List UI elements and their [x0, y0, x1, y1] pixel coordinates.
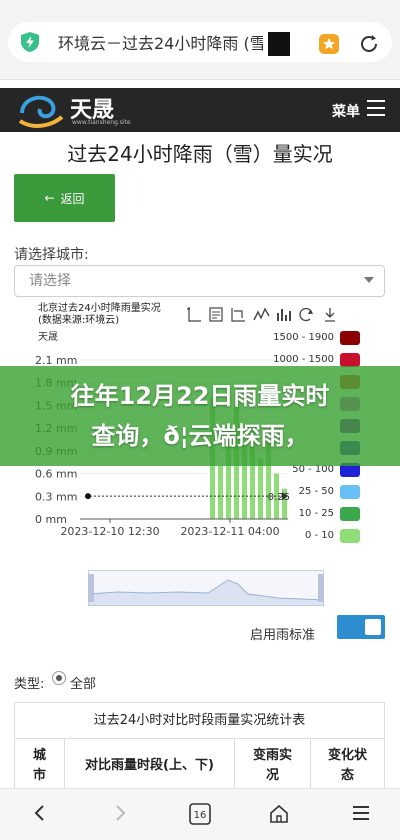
- legend-item[interactable]: 10 - 25: [290, 506, 362, 522]
- rain-bar: [258, 458, 263, 519]
- back-button[interactable]: ← 返回: [14, 174, 115, 222]
- chart-title-line2: (数据来源:环境云): [38, 315, 120, 326]
- shield-icon: [21, 32, 39, 52]
- bar-chart-icon[interactable]: [277, 309, 291, 321]
- chevron-down-icon: [364, 277, 374, 283]
- table-header-city: 城市: [15, 739, 65, 793]
- line-tool-icon[interactable]: [187, 307, 201, 322]
- zoom-icon[interactable]: [231, 308, 245, 322]
- site-logo-url: www.tiansheng.site: [72, 119, 131, 126]
- zoom-handle-left[interactable]: [88, 574, 94, 602]
- table-header-change-actual: 变雨实况: [235, 739, 311, 793]
- bookmark-star-icon[interactable]: [316, 31, 342, 57]
- type-all-radio[interactable]: [52, 671, 66, 685]
- y-tick-label: 0.6 mm: [35, 468, 77, 481]
- chevron-right-icon[interactable]: [110, 803, 130, 823]
- y-tick-label: 0.3 mm: [35, 490, 77, 503]
- dataview-icon[interactable]: [209, 307, 223, 322]
- legend-label: 25 - 50: [298, 486, 334, 497]
- menu-label[interactable]: 菜单: [332, 101, 360, 121]
- data-zoom-slider[interactable]: [88, 570, 324, 606]
- banner-line1: 往年12月22日雨量实时: [70, 382, 330, 410]
- rain-standard-toggle[interactable]: [337, 615, 385, 639]
- x-tick-label: 2023-12-10 12:30: [60, 525, 159, 538]
- legend-swatch: [340, 529, 360, 543]
- table-caption: 过去24小时对比时段雨量实况统计表: [15, 703, 384, 739]
- browser-address-bar: 环境云－过去24小时降雨 (雪: [0, 0, 400, 80]
- legend-label: 10 - 25: [298, 508, 334, 519]
- back-button-label: 返回: [60, 191, 85, 206]
- stats-table: 过去24小时对比时段雨量实况统计表 城市 对比雨量时段(上、下) 变雨实况 变化…: [14, 702, 385, 793]
- chart-title: 北京过去24小时降雨量实况 (数据来源:环境云): [38, 303, 161, 327]
- page-title: 过去24小时降雨（雪）量实况: [67, 142, 333, 166]
- x-tick-label: 2023-12-11 04:00: [180, 525, 279, 538]
- logo-swirl-icon[interactable]: [18, 91, 66, 129]
- refresh-icon[interactable]: [356, 31, 382, 57]
- chart-title-line1: 北京过去24小时降雨量实况: [38, 303, 161, 314]
- legend-label: 1500 - 1900: [273, 332, 334, 343]
- hamburger-icon[interactable]: [350, 803, 372, 823]
- legend-swatch: [340, 485, 360, 499]
- banner-line2: 查询，ð¦云端探雨，: [91, 422, 309, 450]
- legend-label: 0 - 10: [304, 530, 334, 541]
- city-select-placeholder: 请选择: [29, 273, 71, 289]
- table-header-period: 对比雨量时段(上、下): [65, 739, 235, 793]
- legend-item[interactable]: 1500 - 1900: [273, 330, 362, 346]
- rain-bar: [218, 466, 223, 519]
- type-label: 类型:: [14, 677, 45, 692]
- legend-title: 天晟: [38, 332, 58, 343]
- legend-swatch: [340, 353, 360, 367]
- arrow-left-icon: ←: [44, 191, 55, 205]
- chevron-left-icon[interactable]: [30, 803, 50, 823]
- home-icon[interactable]: [268, 803, 290, 825]
- type-all-label[interactable]: 全部: [70, 673, 96, 692]
- tab-title[interactable]: 环境云－过去24小时降雨 (雪: [58, 32, 263, 56]
- download-icon[interactable]: [325, 308, 335, 322]
- legend-swatch: [340, 331, 360, 345]
- city-label: 请选择城市:: [14, 247, 89, 263]
- browser-bottom-nav: 16: [0, 788, 400, 840]
- chart-toolbar: [187, 307, 335, 322]
- legend-item[interactable]: 25 - 50: [290, 484, 362, 500]
- line-chart-icon[interactable]: [253, 307, 270, 321]
- restore-icon[interactable]: [299, 307, 313, 322]
- zoom-handle-right[interactable]: [318, 574, 324, 602]
- tabs-count-icon[interactable]: 16: [188, 803, 212, 825]
- legend-item[interactable]: 0 - 10: [290, 528, 362, 544]
- city-select[interactable]: 请选择: [14, 265, 385, 297]
- legend-swatch: [340, 507, 360, 521]
- table-header-change-status: 变化状态: [327, 748, 367, 783]
- redacted-block: [268, 32, 290, 56]
- markline-value-label: 0.25: [268, 492, 290, 503]
- tabs-count: 16: [194, 810, 207, 821]
- banner-title: 往年12月22日雨量实时 查询，ð¦云端探雨，: [0, 376, 400, 456]
- rain-standard-label: 启用雨标准: [250, 628, 316, 643]
- hamburger-icon[interactable]: [367, 100, 385, 116]
